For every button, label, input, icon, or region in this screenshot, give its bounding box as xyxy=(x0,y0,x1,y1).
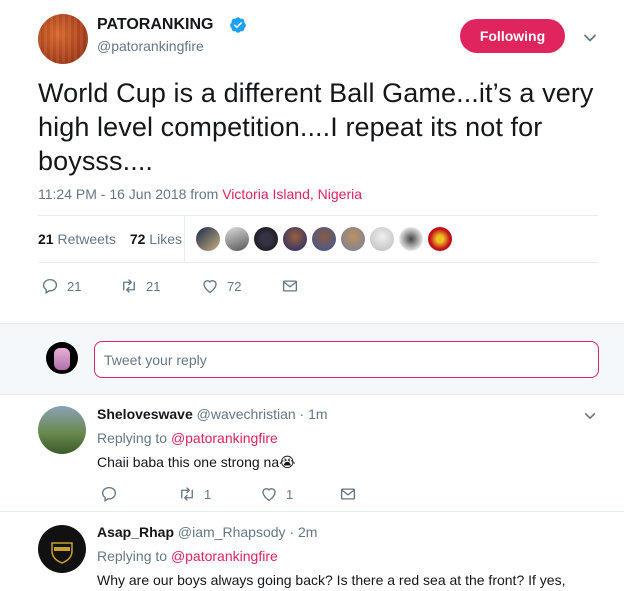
author-handle[interactable]: @patorankingfire xyxy=(97,38,204,54)
replying-to-link[interactable]: @patorankingfire xyxy=(171,430,278,446)
author-avatar[interactable] xyxy=(38,14,88,64)
liker-avatar[interactable] xyxy=(225,227,249,251)
reply-author[interactable]: Sheloveswave @wavechristian · 1m xyxy=(97,406,328,422)
retweet-icon xyxy=(181,487,193,501)
current-user-avatar[interactable] xyxy=(46,342,78,374)
tweet-text: World Cup is a different Ball Game...it’… xyxy=(38,78,594,176)
liker-avatar[interactable] xyxy=(196,227,220,251)
direct-message-button[interactable] xyxy=(281,277,299,295)
reply-icon xyxy=(101,486,117,502)
reply-author-avatar[interactable] xyxy=(38,525,86,573)
envelope-icon xyxy=(340,488,356,500)
main-tweet: PATORANKING @patorankingfire Following W… xyxy=(0,0,624,323)
reply-text: Why are our boys always going back? Is t… xyxy=(97,572,566,588)
retweet-icon xyxy=(123,279,135,293)
reply-input[interactable] xyxy=(94,341,599,378)
reply-text: Chaii baba this one strong na😭 xyxy=(97,454,296,470)
reply-tweet[interactable]: Sheloveswave @wavechristian · 1m Replyin… xyxy=(0,395,624,512)
reply-author-avatar[interactable] xyxy=(38,406,86,454)
reply-icon xyxy=(42,278,58,294)
direct-message-button[interactable] xyxy=(339,485,357,503)
liker-avatar[interactable] xyxy=(283,227,307,251)
replying-to: Replying to @patorankingfire xyxy=(97,430,278,446)
location-link[interactable]: Victoria Island, Nigeria xyxy=(222,186,362,202)
verified-badge-icon xyxy=(230,17,246,33)
reply-author[interactable]: Asap_Rhap @iam_Rhapsody · 2m xyxy=(97,524,317,540)
liker-avatar[interactable] xyxy=(370,227,394,251)
reply-button[interactable] xyxy=(100,485,118,503)
reply-button[interactable]: 21 xyxy=(41,277,81,295)
divider xyxy=(38,262,598,263)
liker-avatar[interactable] xyxy=(254,227,278,251)
retweet-button[interactable]: 21 xyxy=(120,277,160,295)
liker-avatar[interactable] xyxy=(312,227,336,251)
tweet-meta: 11:24 PM - 16 Jun 2018 from Victoria Isl… xyxy=(38,186,362,202)
heart-icon xyxy=(203,280,217,294)
tweet-stats: 21 Retweets 72 Likes xyxy=(38,231,182,247)
timestamp[interactable]: 11:24 PM - 16 Jun 2018 from xyxy=(38,186,222,202)
reply-tweet[interactable]: Asap_Rhap @iam_Rhapsody · 2m Replying to… xyxy=(0,512,624,591)
liker-avatar[interactable] xyxy=(399,227,423,251)
heart-icon xyxy=(262,488,276,502)
chevron-down-icon[interactable] xyxy=(583,409,597,423)
reply-composer xyxy=(0,323,624,395)
liker-avatar[interactable] xyxy=(428,227,452,251)
like-button[interactable]: 1 xyxy=(260,485,293,503)
replying-to-link[interactable]: @patorankingfire xyxy=(171,548,278,564)
like-button[interactable]: 72 xyxy=(201,277,241,295)
divider xyxy=(38,215,598,216)
replying-to: Replying to @patorankingfire xyxy=(97,548,278,564)
divider xyxy=(184,216,185,262)
retweet-button[interactable]: 1 xyxy=(178,485,211,503)
liker-avatar[interactable] xyxy=(341,227,365,251)
reply-actions: 1 1 xyxy=(0,485,624,505)
chevron-down-icon[interactable] xyxy=(582,30,598,46)
following-button[interactable]: Following xyxy=(460,19,565,53)
likes-stat[interactable]: 72 Likes xyxy=(130,231,182,247)
crest-logo-icon xyxy=(51,542,73,564)
envelope-icon xyxy=(282,280,298,292)
retweets-stat[interactable]: 21 Retweets xyxy=(38,231,116,247)
author-name[interactable]: PATORANKING xyxy=(97,16,213,34)
